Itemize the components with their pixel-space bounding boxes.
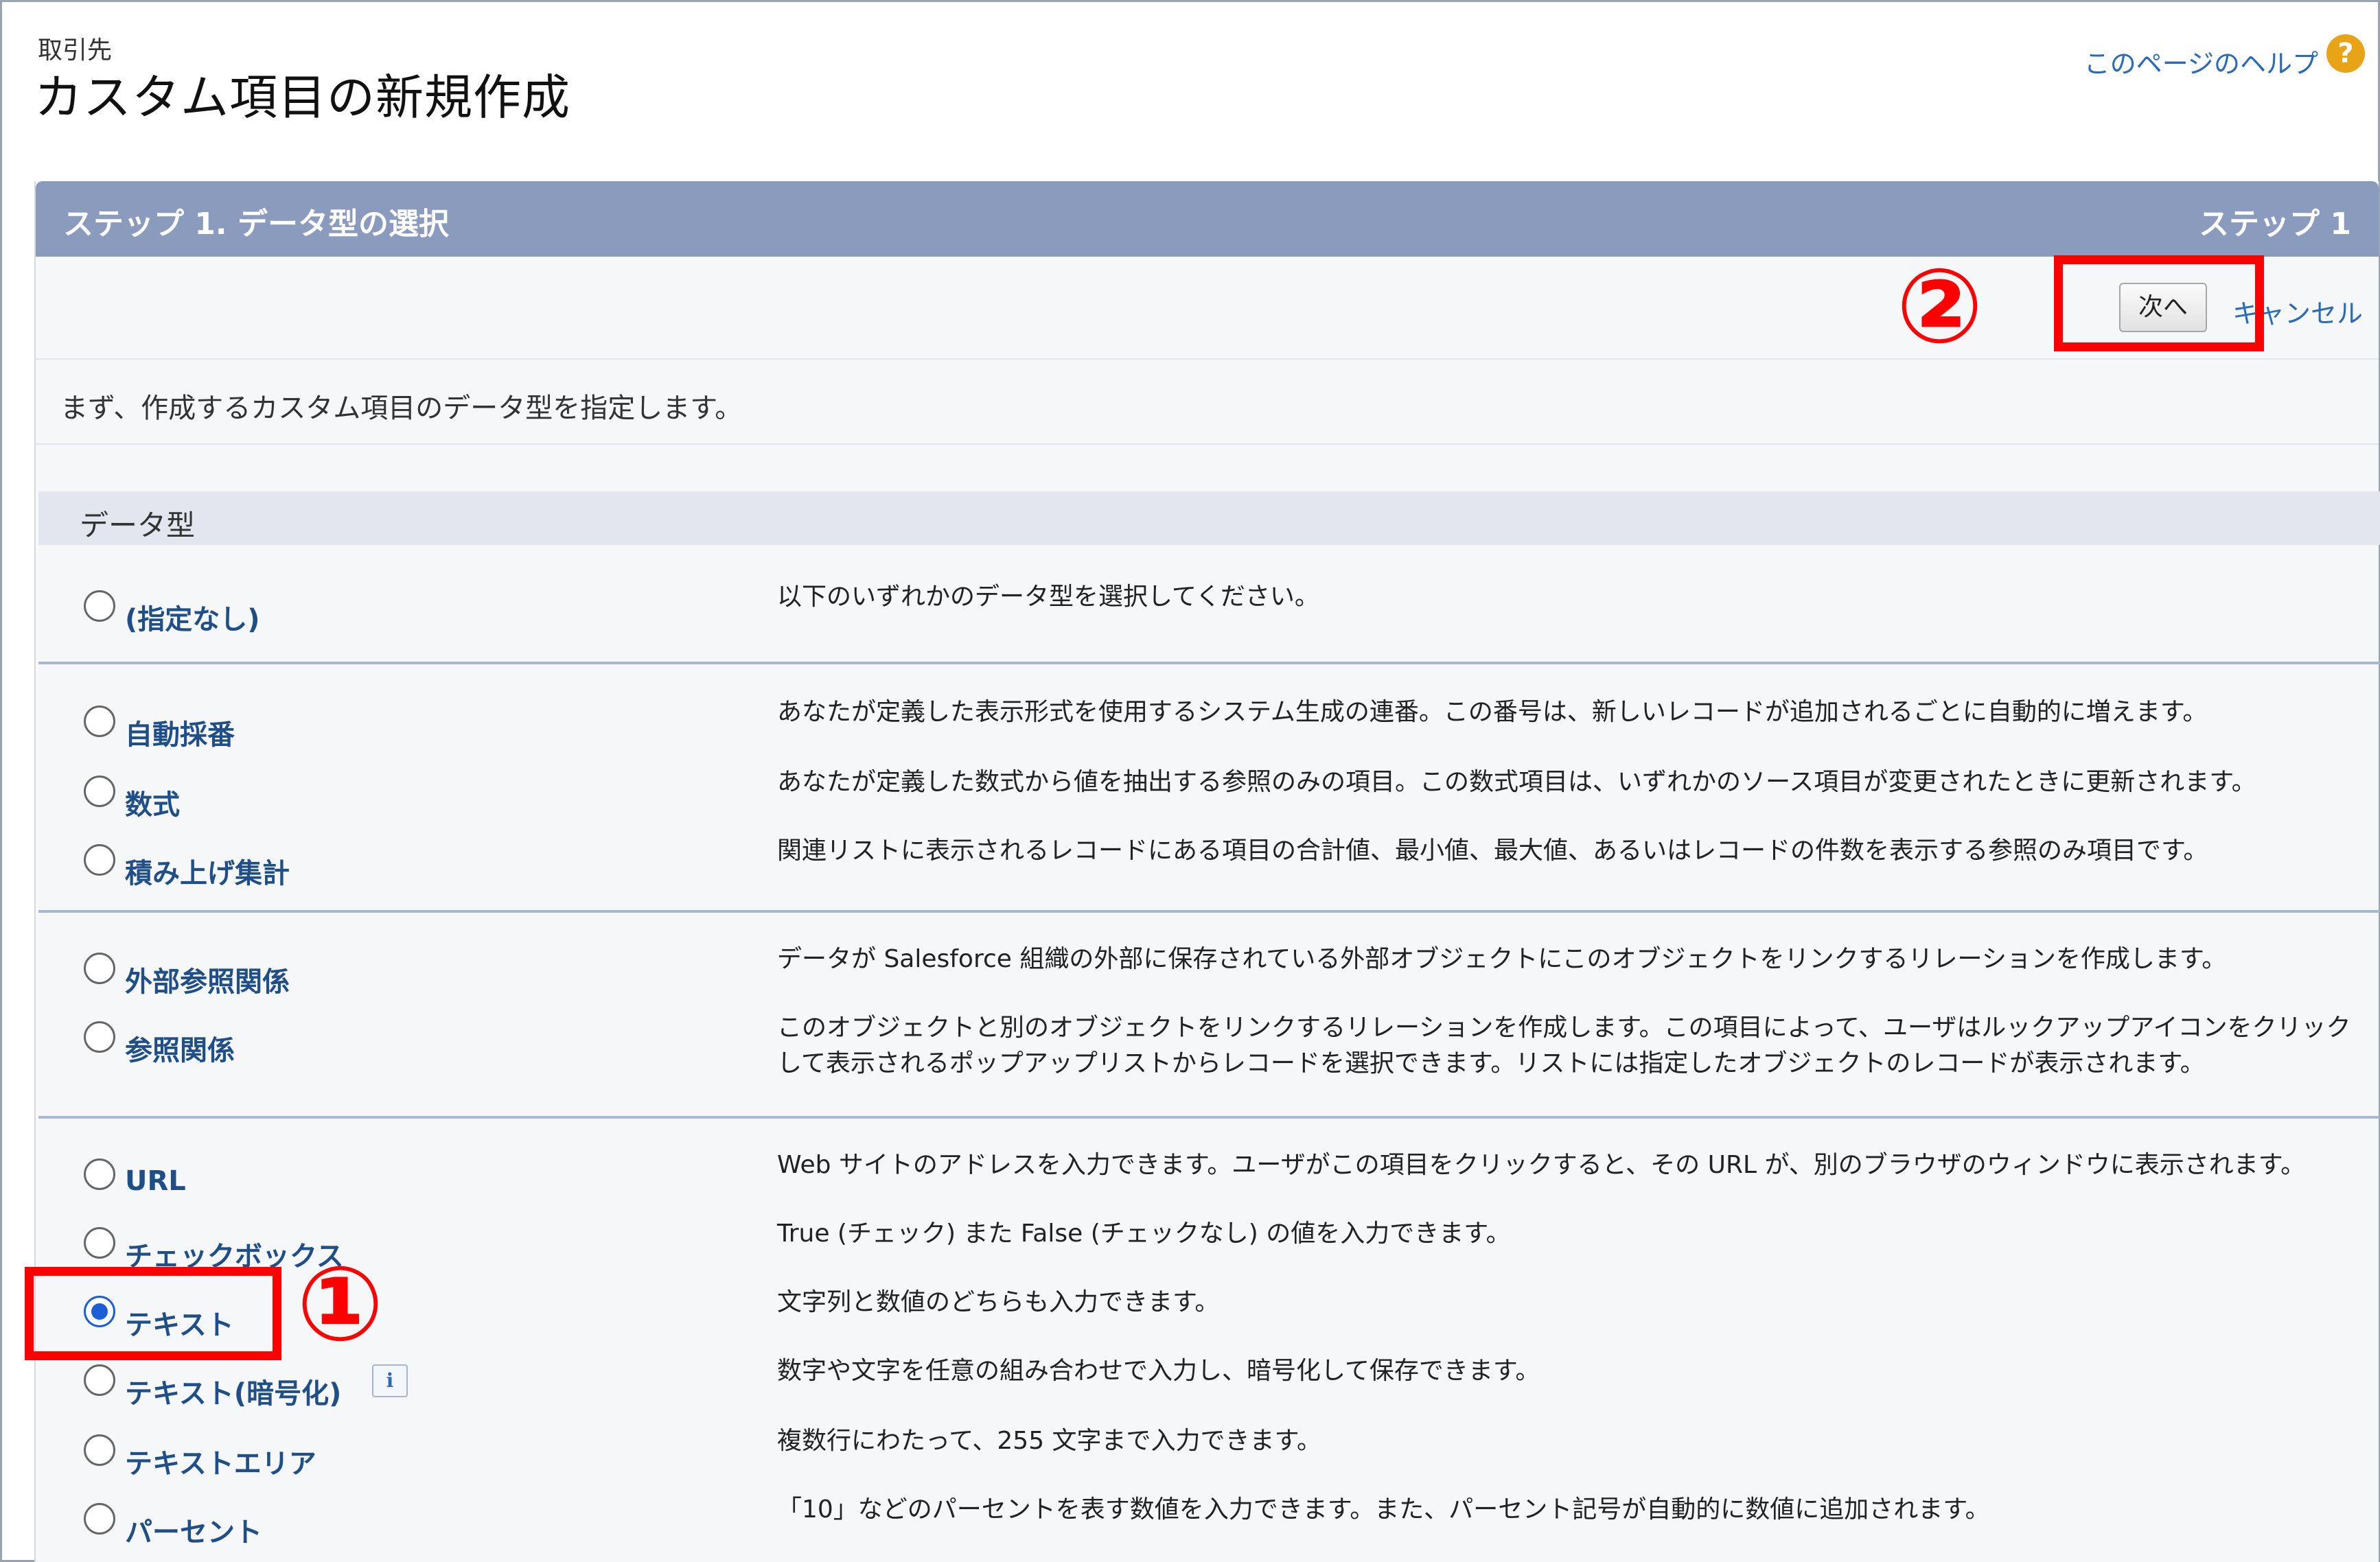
divider: [38, 662, 2380, 664]
option-label[interactable]: 参照関係: [125, 1028, 235, 1068]
option-description: あなたが定義した数式から値を抽出する参照のみの項目。この数式項目は、いずれかのソ…: [777, 768, 2256, 796]
radio-button[interactable]: [84, 1364, 115, 1396]
option-description: True (チェック) また False (チェックなし) の値を入力できます。: [777, 1220, 1511, 1248]
option-label[interactable]: テキスト(暗号化): [125, 1371, 341, 1411]
option-description: 文字列と数値のどちらも入力できます。: [777, 1288, 1220, 1316]
annotation-marker-1: ①: [297, 1245, 384, 1364]
option-description: Web サイトのアドレスを入力できます。ユーザがこの項目をクリックすると、その …: [777, 1151, 2306, 1179]
panel-title: ステップ 1. データ型の選択: [63, 207, 449, 242]
option-description: このオブジェクトと別のオブジェクトをリンクするリレーションを作成します。この項目…: [777, 1014, 2351, 1077]
radio-button[interactable]: [84, 1434, 115, 1466]
option-description: 複数行にわたって、255 文字まで入力できます。: [777, 1427, 1321, 1455]
panel-header: ステップ 1. データ型の選択 ステップ 1: [36, 181, 2379, 257]
radio-button[interactable]: [84, 1503, 115, 1535]
option-description: 「10」などのパーセントを表す数値を入力できます。また、パーセント記号が自動的に…: [777, 1495, 1990, 1524]
info-icon[interactable]: i: [372, 1364, 408, 1397]
option-label[interactable]: 自動採番: [125, 712, 235, 752]
option-description: 数字や文字を任意の組み合わせで入力し、暗号化して保存できます。: [777, 1357, 1540, 1385]
option-label[interactable]: URL: [125, 1165, 186, 1197]
radio-button[interactable]: [84, 1227, 115, 1259]
step-indicator: ステップ 1: [2199, 207, 2351, 242]
annotation-box-2: [2054, 255, 2264, 351]
option-label[interactable]: 外部参照関係: [125, 959, 290, 999]
radio-button[interactable]: [84, 953, 115, 984]
option-description: 以下のいずれかのデータ型を選択してください。: [777, 583, 1319, 611]
divider: [36, 443, 2379, 445]
step-panel: ステップ 1. データ型の選択 ステップ 1 次へ キャンセル まず、作成するカ…: [34, 181, 2380, 1562]
option-description: 関連リストに表示されるレコードにある項目の合計値、最小値、最大値、あるいはレコー…: [777, 837, 2208, 865]
radio-button[interactable]: [84, 844, 115, 876]
intro-text: まず、作成するカスタム項目のデータ型を指定します。: [60, 393, 743, 424]
option-label[interactable]: 積み上げ集計: [125, 851, 290, 891]
annotation-box-1: [25, 1267, 281, 1360]
divider: [38, 910, 2380, 913]
radio-button[interactable]: [84, 1158, 115, 1190]
option-label[interactable]: パーセント: [125, 1510, 262, 1550]
option-label[interactable]: (指定なし): [125, 597, 260, 637]
button-row: 次へ キャンセル: [36, 257, 2379, 360]
page-title: カスタム項目の新規作成: [34, 69, 570, 126]
radio-button[interactable]: [84, 706, 115, 737]
help-link[interactable]: このページのヘルプ: [2084, 43, 2318, 80]
help-icon[interactable]: ?: [2326, 34, 2365, 73]
section-label: データ型: [80, 509, 196, 542]
option-description: あなたが定義した表示形式を使用するシステム生成の連番。この番号は、新しいレコード…: [777, 698, 2208, 726]
radio-button[interactable]: [84, 1021, 115, 1053]
radio-button[interactable]: [84, 590, 115, 622]
option-label[interactable]: 数式: [125, 782, 180, 822]
annotation-marker-2: ②: [1896, 247, 1984, 366]
option-description: データが Salesforce 組織の外部に保存されている外部オブジェクトにこの…: [777, 945, 2227, 973]
divider: [38, 1116, 2380, 1119]
radio-button[interactable]: [84, 776, 115, 807]
option-label[interactable]: テキストエリア: [125, 1441, 316, 1481]
section-header: データ型: [38, 491, 2380, 545]
